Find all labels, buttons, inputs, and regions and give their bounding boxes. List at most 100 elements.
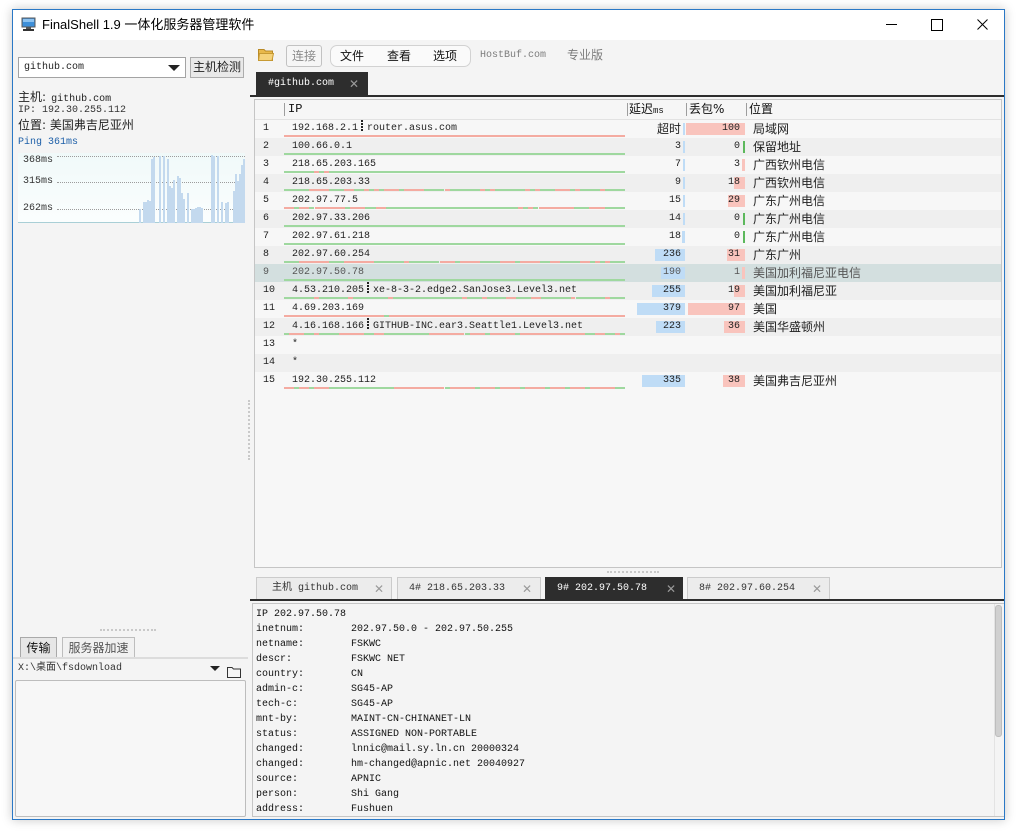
probe-ok-segment (354, 189, 365, 191)
probe-ok-segment (494, 189, 525, 191)
table-row[interactable]: 15 192.30.255.112 335 38 美国弗吉尼亚州 (255, 372, 1001, 390)
probe-failed-segment (309, 189, 330, 191)
local-file-list[interactable] (15, 680, 246, 817)
column-header-location[interactable]: 位置 (749, 100, 773, 119)
open-folder-icon[interactable] (257, 47, 275, 61)
table-row[interactable]: 12 4.16.168.166 GITHUB-INC.ear3.Seattle1.L… (255, 318, 1001, 336)
whois-field-key: admin-c: (256, 684, 305, 695)
column-resize-handle[interactable] (686, 103, 687, 116)
hop-ip: 4.53.210.205 (292, 285, 365, 296)
menu-options[interactable]: 选项 (433, 46, 457, 66)
menu-file[interactable]: 文件 (340, 46, 364, 66)
pro-edition-link[interactable]: 专业版 (567, 48, 603, 63)
loss-cell: 0 (686, 138, 745, 156)
close-button[interactable] (959, 10, 1005, 40)
probe-ok-segment (392, 297, 462, 299)
table-row[interactable]: 13 * (255, 336, 1001, 354)
app-monitor-icon (21, 16, 37, 32)
detail-tab-host[interactable]: 主机 github.com ✕ (256, 577, 392, 600)
table-row[interactable]: 8 202.97.60.254 236 31 广东广州 (255, 246, 1001, 264)
ip-info-line: IP: 192.30.255.112 (18, 103, 126, 118)
latency-value: 190 (662, 267, 681, 278)
close-tab-icon[interactable]: ✕ (374, 578, 384, 600)
close-tab-icon[interactable]: ✕ (349, 73, 359, 95)
column-header-ip[interactable]: IP (288, 100, 302, 119)
loss-value: 0 (733, 231, 740, 242)
vertical-splitter-handle[interactable] (248, 400, 250, 460)
folder-open-icon[interactable] (227, 663, 241, 678)
close-tab-icon[interactable]: ✕ (812, 578, 822, 600)
close-tab-icon[interactable]: ✕ (522, 578, 532, 600)
tab-transfer[interactable]: 传输 (20, 637, 57, 658)
hop-ip: 202.97.77.5 (292, 195, 359, 206)
table-row[interactable]: 9 202.97.50.78 190 1 美国加利福尼亚电信 (255, 264, 1001, 282)
hop-number: 4 (263, 177, 270, 188)
table-row[interactable]: 4 218.65.203.33 9 18 广西钦州电信 (255, 174, 1001, 192)
probe-ok-segment (409, 261, 440, 263)
probe-ok-segment (486, 297, 507, 299)
column-resize-handle[interactable] (746, 103, 747, 116)
detail-tab-label: 9# 202.97.50.78 (557, 583, 648, 594)
hop-number: 3 (263, 159, 270, 170)
hop-number: 8 (263, 249, 270, 260)
loss-cell (686, 336, 745, 354)
table-row[interactable]: 10 4.53.210.205 xe-8-3-2.edge2.SanJose3.Le… (255, 282, 1001, 300)
ping-bar (216, 155, 219, 223)
close-tab-icon[interactable]: ✕ (666, 578, 676, 600)
whois-field-key: mnt-by: (256, 714, 299, 725)
table-row[interactable]: 2 100.66.0.1 3 0 保留地址 (255, 138, 1001, 156)
hop-ip: 202.97.50.78 (292, 267, 365, 278)
probe-history (284, 333, 625, 335)
hop-hostname: xe-8-3-2.edge2.SanJose3.Level3.net (373, 285, 578, 296)
tab-server-accelerate[interactable]: 服务器加速 (62, 637, 135, 658)
connect-button[interactable]: 连接 (286, 45, 322, 67)
latency-cell: 335 (627, 372, 685, 390)
table-row[interactable]: 11 4.69.203.169 379 97 美国 (255, 300, 1001, 318)
detail-tab-hop-9[interactable]: 9# 202.97.50.78 ✕ (545, 577, 683, 600)
probe-ok-segment (284, 171, 315, 173)
detail-tab-hop-8[interactable]: 8# 202.97.60.254 ✕ (687, 577, 830, 600)
loss-value: 18 (727, 177, 740, 188)
loss-value: 97 (727, 303, 740, 314)
loss-value: 0 (733, 141, 740, 152)
menu-view[interactable]: 查看 (387, 46, 411, 66)
loss-cell: 3 (686, 156, 745, 174)
column-header-loss[interactable]: 丢包% (689, 100, 724, 119)
panel-splitter-handle[interactable] (100, 629, 156, 631)
maximize-button[interactable] (913, 10, 959, 40)
whois-output[interactable]: IP 202.97.50.78 inetnum: 202.97.50.0 - 20… (252, 603, 1004, 817)
table-row[interactable]: 1 192.168.2.1 router.asus.com 超时 100 局域网 (255, 120, 1001, 138)
latency-bar (683, 159, 685, 171)
latency-value: 7 (674, 159, 681, 170)
loss-bar (743, 231, 745, 243)
table-row[interactable]: 14 * (255, 354, 1001, 372)
column-resize-handle[interactable] (284, 103, 285, 116)
probe-failed-segment (489, 333, 515, 335)
host-select[interactable]: github.com (18, 57, 186, 78)
probe-failed-segment (594, 333, 605, 335)
path-dropdown-icon[interactable] (210, 666, 220, 671)
table-row[interactable]: 5 202.97.77.5 15 29 广东广州电信 (255, 192, 1001, 210)
host-check-button[interactable]: 主机检测 (190, 57, 244, 78)
hostbuf-link[interactable]: HostBuf.com (480, 50, 546, 62)
probe-ok-segment (579, 189, 600, 191)
latency-cell: 255 (627, 282, 685, 300)
host-select-value: github.com (24, 62, 85, 73)
loss-cell: 97 (686, 300, 745, 318)
session-tab-github[interactable]: #github.com ✕ (256, 72, 368, 95)
probe-ok-segment (385, 207, 519, 209)
detail-tab-underline (250, 599, 1004, 601)
probe-ok-segment (584, 333, 595, 335)
ping-bar (200, 208, 203, 223)
table-row[interactable]: 6 202.97.33.206 14 0 广东广州电信 (255, 210, 1001, 228)
table-row[interactable]: 7 202.97.61.218 18 0 广东广州电信 (255, 228, 1001, 246)
horizontal-splitter-handle[interactable] (607, 571, 659, 573)
download-path[interactable]: X:\桌面\fsdownload (18, 663, 122, 675)
column-resize-handle[interactable] (627, 103, 628, 116)
detail-tab-hop-4[interactable]: 4# 218.65.203.33 ✕ (397, 577, 541, 600)
loss-value: 1 (733, 267, 740, 278)
column-header-latency[interactable]: 延迟ms (629, 100, 664, 121)
table-row[interactable]: 3 218.65.203.165 7 3 广西钦州电信 (255, 156, 1001, 174)
whois-scrollbar-thumb[interactable] (995, 605, 1002, 737)
minimize-button[interactable] (868, 10, 914, 40)
